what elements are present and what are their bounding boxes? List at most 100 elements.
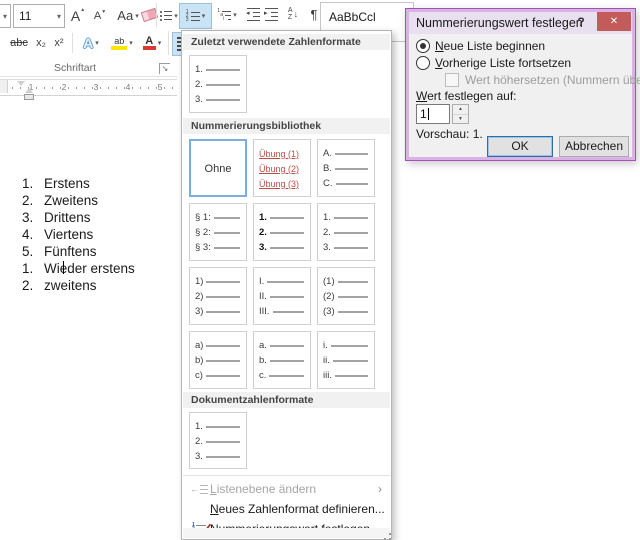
ok-button[interactable]: OK — [487, 136, 553, 157]
list-item: 1.Erstens — [22, 176, 90, 191]
caret-up-icon: ▲ — [80, 7, 85, 13]
help-icon[interactable]: ? — [574, 15, 588, 29]
panel-footer — [183, 528, 390, 538]
shrink-font-button[interactable]: A ▼ — [90, 5, 110, 26]
sort-button[interactable]: A Z ↓ — [283, 4, 303, 24]
dialog-launcher-icon[interactable]: ↘ — [159, 63, 170, 74]
ruler-number: 5 — [156, 82, 164, 92]
close-icon: ✕ — [610, 16, 618, 27]
pilcrow-icon: ¶ — [311, 7, 318, 22]
recent-format-item[interactable]: 1. 2. 3. — [189, 55, 247, 113]
list-item: 5.Fünftens — [22, 244, 97, 259]
library-item[interactable]: 1) 2) 3) — [189, 267, 247, 325]
resize-grip[interactable] — [384, 533, 386, 535]
library-item-none[interactable]: Ohne — [189, 139, 247, 197]
list-item: 2.zweitens — [22, 278, 97, 293]
numbered-list-button[interactable]: 1 2 3 ▾ — [179, 3, 212, 29]
increase-indent-button[interactable]: ▸ — [263, 5, 280, 24]
checkbox-advance-value[interactable] — [445, 73, 459, 87]
list-item: 1.Wieder erstens — [22, 261, 135, 276]
close-button[interactable]: ✕ — [597, 12, 631, 31]
chevron-down-icon: ▾ — [54, 12, 64, 21]
dialog-title-bar[interactable]: Nummerierungswert festlegen ? ✕ — [409, 12, 632, 34]
first-line-indent-marker[interactable] — [17, 81, 25, 86]
submenu-arrow-icon: › — [378, 482, 382, 496]
chevron-down-icon: ▾ — [174, 12, 178, 20]
spin-down-button[interactable]: ▼ — [453, 115, 468, 124]
set-numbering-value-dialog: Nummerierungswert festlegen ? ✕ Neue Lis… — [405, 8, 636, 161]
library-item[interactable]: i. ii. iii. — [317, 331, 375, 389]
chevron-down-icon: ▾ — [202, 12, 206, 20]
bullet-list-icon — [160, 10, 172, 22]
change-list-level-icon: ← — [188, 483, 210, 495]
library-item[interactable]: a) b) c) — [189, 331, 247, 389]
library-item[interactable]: § 1: § 2: § 3: — [189, 203, 247, 261]
dialog-title: Nummerierungswert festlegen — [416, 16, 583, 30]
preview-text: Vorschau: 1. — [416, 127, 483, 141]
radio-continue-list[interactable] — [416, 56, 430, 70]
numbering-dropdown: Zuletzt verwendete Zahlenformate 1. 2. 3… — [181, 30, 392, 540]
library-item[interactable]: Übung (1) Übung (2) Übung (3) — [253, 139, 311, 197]
menu-item-label: Listenebene ändern — [210, 482, 316, 496]
font-name-combo-fragment[interactable]: ▾ — [0, 4, 11, 28]
superscript-button[interactable]: x² — [51, 33, 67, 53]
list-item: 3.Drittens — [22, 210, 91, 225]
value-stepper: ▲ ▼ — [452, 104, 469, 124]
ribbon-bottom-border — [0, 76, 177, 77]
word-window: ▾ 11 ▾ A ▲ A ▼ Aa ▾ ▾ — [0, 0, 640, 539]
document-area[interactable]: 1.Erstens 2.Zweitens 3.Drittens 4.Vierte… — [0, 100, 180, 539]
text-cursor — [428, 108, 429, 120]
subscript-button[interactable]: x₂ — [33, 33, 49, 53]
text-highlight-button[interactable]: ab ▾ — [108, 32, 136, 54]
font-color-icon: A — [143, 36, 156, 50]
library-item[interactable]: A. B. C. — [317, 139, 375, 197]
library-item[interactable]: a. b. c. — [253, 331, 311, 389]
radio-new-list[interactable] — [416, 39, 430, 53]
bullets-button[interactable]: ▾ — [159, 5, 179, 26]
library-item[interactable]: 1. 2. 3. — [253, 203, 311, 261]
list-item: 4.Viertens — [22, 227, 93, 242]
ruler-number: 3 — [92, 82, 100, 92]
menu-item-define-new-format[interactable]: Neues Zahlenformat definieren... — [183, 499, 390, 519]
radio-continue-list-label: Vorherige Liste fortsetzen — [435, 56, 571, 70]
radio-new-list-label: Neue Liste beginnen — [435, 39, 545, 53]
library-item[interactable]: (1) (2) (3) — [317, 267, 375, 325]
text-effects-button[interactable]: A ▾ — [77, 32, 105, 54]
font-size-combo[interactable]: 11 ▾ — [13, 4, 65, 28]
strikethrough-button[interactable]: abc — [7, 33, 31, 53]
ruler-number: 4 — [124, 82, 132, 92]
grow-font-button[interactable]: A ▲ — [68, 5, 88, 26]
ruler-number: 2 — [60, 82, 68, 92]
spin-up-button[interactable]: ▲ — [453, 105, 468, 115]
set-value-label: Wert festlegen auf: — [416, 89, 517, 103]
chevron-down-icon: ▾ — [233, 11, 237, 19]
group-separator — [156, 3, 157, 27]
increase-indent-icon: ▸ — [265, 7, 278, 23]
menu-item-label: Neues Zahlenformat definieren... — [210, 502, 385, 516]
menu-separator — [183, 475, 390, 476]
multilevel-list-icon: 1 a i — [217, 9, 231, 21]
chevron-down-icon: ▾ — [95, 39, 99, 47]
library-item[interactable]: I. II. III. — [253, 267, 311, 325]
tab-selector[interactable] — [0, 80, 8, 93]
chevron-down-icon: ▾ — [158, 39, 162, 47]
text-cursor — [63, 261, 64, 274]
cancel-button[interactable]: Abbrechen — [559, 136, 629, 157]
text-effects-icon: A — [83, 35, 93, 51]
multilevel-list-button[interactable]: 1 a i ▾ — [213, 3, 241, 27]
group-separator — [168, 31, 169, 55]
font-group-label: Schriftart — [0, 62, 150, 74]
font-color-button[interactable]: A ▾ — [139, 32, 165, 54]
style-preview: AaBbCcl — [321, 3, 413, 24]
document-format-item[interactable]: 1. 2. 3. — [189, 412, 247, 469]
chevron-down-icon: ▾ — [0, 12, 10, 21]
hanging-indent-marker[interactable] — [25, 88, 33, 93]
checkbox-advance-value-label: Wert höhersetzen (Nummern überspringen) — [465, 73, 640, 87]
highlight-icon: ab — [111, 37, 127, 50]
menu-item-change-list-level[interactable]: ← Listenebene ändern › — [183, 479, 390, 499]
value-input[interactable]: 1 — [416, 104, 450, 124]
decrease-indent-button[interactable]: ◂ — [245, 5, 262, 24]
decrease-indent-icon: ◂ — [247, 7, 260, 23]
numbered-list-icon: 1 2 3 — [186, 10, 200, 22]
library-item[interactable]: 1. 2. 3. — [317, 203, 375, 261]
